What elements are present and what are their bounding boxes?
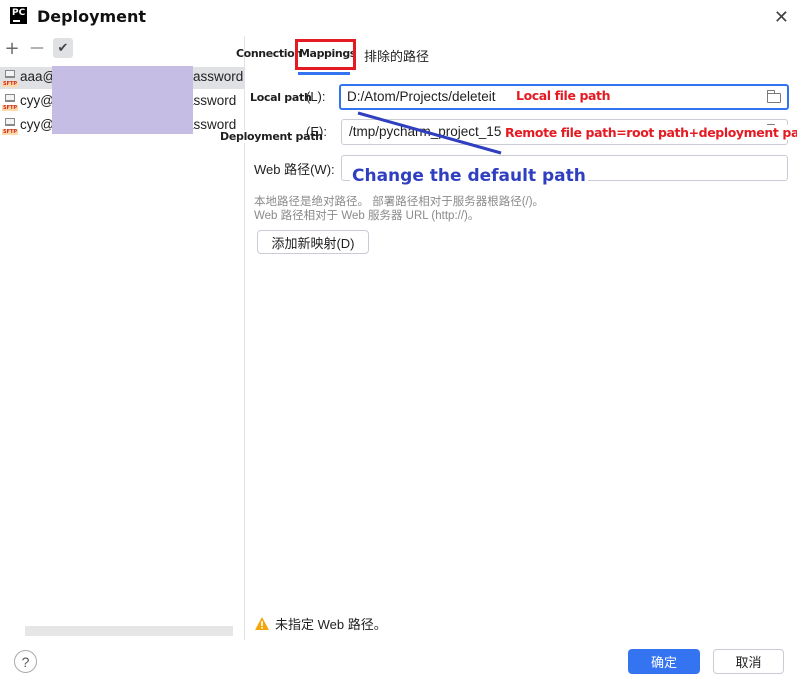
deployment-path-value: /tmp/pycharm_project_15 <box>349 124 502 139</box>
set-default-server-button[interactable]: ✔ <box>53 38 73 58</box>
warning-icon <box>255 617 269 630</box>
pycharm-app-icon: PC <box>10 7 27 24</box>
sftp-icon: SFTP <box>2 70 19 87</box>
server-name: cyy@ <box>20 93 54 108</box>
warning-message: 未指定 Web 路径。 <box>255 614 387 633</box>
redaction-block <box>52 66 193 134</box>
ok-button[interactable]: 确定 <box>628 649 700 674</box>
deployment-path-mnemonic: (E): <box>306 124 327 139</box>
dialog-title: Deployment <box>37 7 147 26</box>
server-name-suffix: assword <box>193 69 244 84</box>
title-bar: PC Deployment ✕ <box>0 0 797 34</box>
tab-excluded-paths[interactable]: 排除的路径 <box>364 46 429 65</box>
server-name: aaa@ <box>20 69 57 84</box>
sftp-icon: SFTP <box>2 118 19 135</box>
tab-connection[interactable]: Connection <box>236 47 302 60</box>
server-list-panel: + — ✔ SFTP aaa@ assword SFTP cyy@ asswor… <box>0 36 245 640</box>
annotation-local-file-path: Local file path <box>516 88 611 103</box>
path-hint-line-2: Web 路径相对于 Web 服务器 URL (http://)。 <box>254 210 480 222</box>
folder-icon[interactable] <box>767 90 781 103</box>
cancel-button[interactable]: 取消 <box>713 649 784 674</box>
add-new-mapping-button[interactable]: 添加新映射(D) <box>257 230 369 254</box>
help-button[interactable]: ? <box>14 650 37 673</box>
annotation-remote-file-path: Remote file path=root path+deployment pa… <box>505 125 797 140</box>
server-name-suffix: assword <box>186 93 237 108</box>
warning-text: 未指定 Web 路径。 <box>275 617 387 632</box>
horizontal-scrollbar[interactable] <box>25 626 233 636</box>
close-icon[interactable]: ✕ <box>774 7 789 28</box>
add-server-button[interactable]: + <box>2 38 22 59</box>
local-path-label: Local path <box>250 91 312 104</box>
web-path-label: Web 路径(W): <box>254 162 335 177</box>
active-tab-indicator <box>298 72 350 75</box>
mappings-highlight-box <box>295 39 356 70</box>
remove-server-button[interactable]: — <box>27 38 47 58</box>
local-path-value: D:/Atom/Projects/deleteit <box>347 89 496 104</box>
sftp-icon: SFTP <box>2 94 19 111</box>
server-name: cyy@ <box>20 117 54 132</box>
annotation-change-default-path: Change the default path <box>350 166 588 186</box>
local-path-mnemonic: (L): <box>306 89 326 104</box>
